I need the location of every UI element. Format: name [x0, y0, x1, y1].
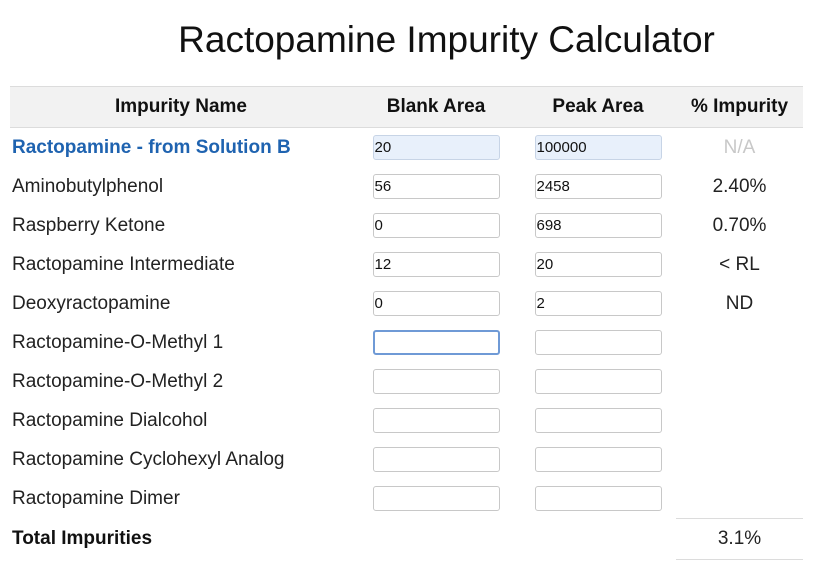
impurity-name: Ractopamine-O-Methyl 2: [12, 370, 224, 392]
blank-area-input[interactable]: [372, 408, 500, 433]
peak-area-input[interactable]: [534, 447, 662, 472]
total-impurities-label: Total Impurities: [12, 528, 153, 549]
peak-area-input[interactable]: [534, 408, 662, 433]
impurity-name: Deoxyractopamine: [12, 292, 171, 314]
table-row: Ractopamine-O-Methyl 1: [10, 323, 803, 362]
peak-area-input[interactable]: [534, 213, 662, 238]
table-row: Ractopamine Cyclohexyl Analog: [10, 440, 803, 479]
table-header-row: Impurity Name Blank Area Peak Area % Imp…: [10, 86, 803, 128]
blank-area-input[interactable]: [372, 135, 500, 160]
header-peak-area: Peak Area: [520, 86, 676, 128]
blank-area-input[interactable]: [372, 330, 500, 355]
impurity-name: Raspberry Ketone: [12, 214, 166, 236]
blank-area-input[interactable]: [372, 174, 500, 199]
peak-area-input[interactable]: [534, 252, 662, 277]
impurity-name: Ractopamine Dimer: [12, 487, 180, 509]
impurity-name: Ractopamine Dialcohol: [12, 409, 208, 431]
impurity-name: Ractopamine Intermediate: [12, 253, 235, 275]
percent-impurity-value: [676, 323, 803, 362]
impurity-name: Ractopamine - from Solution B: [12, 136, 291, 158]
impurity-name: Ractopamine Cyclohexyl Analog: [12, 448, 285, 470]
table-row: Ractopamine Intermediate < RL: [10, 245, 803, 284]
total-row: Total Impurities 3.1%: [10, 518, 803, 560]
blank-area-input[interactable]: [372, 213, 500, 238]
peak-area-input[interactable]: [534, 330, 662, 355]
impurity-table: Impurity Name Blank Area Peak Area % Imp…: [10, 86, 803, 560]
peak-area-input[interactable]: [534, 291, 662, 316]
header-blank-area: Blank Area: [352, 86, 520, 128]
impurity-name: Aminobutylphenol: [12, 175, 164, 197]
percent-impurity-value: < RL: [719, 253, 760, 275]
table-row: Ractopamine Dimer: [10, 479, 803, 519]
page-title: Ractopamine Impurity Calculator: [178, 19, 715, 60]
percent-impurity-value: 2.40%: [712, 175, 767, 197]
header-percent-impurity: % Impurity: [676, 86, 803, 128]
percent-impurity-value: 0.70%: [712, 214, 767, 236]
peak-area-input[interactable]: [534, 369, 662, 394]
impurity-name: Ractopamine-O-Methyl 1: [12, 331, 224, 353]
percent-impurity-value: [676, 440, 803, 479]
blank-area-input[interactable]: [372, 252, 500, 277]
table-row: Raspberry Ketone 0.70%: [10, 206, 803, 245]
header-impurity-name: Impurity Name: [10, 86, 352, 128]
blank-area-input[interactable]: [372, 291, 500, 316]
blank-area-input[interactable]: [372, 486, 500, 512]
percent-impurity-value: ND: [725, 292, 754, 314]
blank-area-input[interactable]: [372, 369, 500, 394]
table-row: Deoxyractopamine ND: [10, 284, 803, 323]
total-impurities-value: 3.1%: [676, 518, 803, 560]
table-row: Ractopamine Dialcohol: [10, 401, 803, 440]
table-row: Aminobutylphenol 2.40%: [10, 167, 803, 206]
peak-area-input[interactable]: [534, 174, 662, 199]
percent-impurity-value: N/A: [723, 136, 756, 158]
peak-area-input[interactable]: [534, 486, 662, 512]
blank-area-input[interactable]: [372, 447, 500, 472]
table-row: Ractopamine-O-Methyl 2: [10, 362, 803, 401]
peak-area-input[interactable]: [534, 135, 662, 160]
percent-impurity-value: [676, 362, 803, 401]
percent-impurity-value: [676, 479, 803, 519]
table-row: Ractopamine - from Solution B N/A: [10, 128, 803, 168]
percent-impurity-value: [676, 401, 803, 440]
